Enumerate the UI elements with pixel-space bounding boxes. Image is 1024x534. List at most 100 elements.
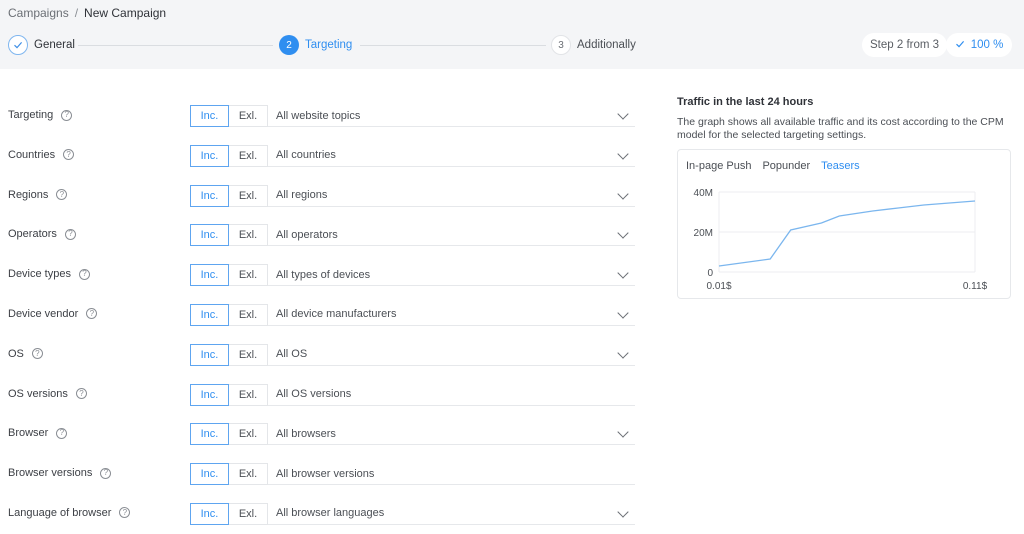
chevron-down-icon <box>617 307 629 319</box>
step-targeting[interactable]: 2 Targeting <box>279 34 352 56</box>
include-button[interactable]: Inc. <box>190 343 229 366</box>
exclude-button[interactable]: Exl. <box>229 383 268 406</box>
select-value: All website topics <box>276 109 361 122</box>
exclude-button[interactable]: Exl. <box>229 105 268 127</box>
help-icon[interactable]: ? <box>100 467 112 479</box>
exclude-button[interactable]: Exl. <box>229 502 268 525</box>
select-value: All operators <box>276 228 338 241</box>
help-icon[interactable]: ? <box>86 308 98 320</box>
step-connector <box>360 45 546 46</box>
traffic-title: Traffic in the last 24 hours <box>677 96 814 108</box>
exclude-button[interactable]: Exl. <box>229 463 268 486</box>
row-label-text: Device types <box>8 268 71 281</box>
step-additionally[interactable]: 3 Additionally <box>551 34 636 56</box>
include-button[interactable]: Inc. <box>190 105 229 127</box>
exclude-button[interactable]: Exl. <box>229 184 268 207</box>
y-tick-label: 0 <box>707 268 713 279</box>
help-icon[interactable]: ? <box>119 507 131 519</box>
y-tick-label: 20M <box>694 228 713 239</box>
targeting-select[interactable]: All OS versions <box>268 384 635 406</box>
targeting-select[interactable]: All OS <box>268 344 635 366</box>
include-exclude-toggle: Inc. Exl. <box>190 423 268 446</box>
select-value: All device manufacturers <box>276 308 397 321</box>
targeting-row: Browser versions ? Inc. Exl. All browser… <box>0 454 640 494</box>
exclude-button[interactable]: Exl. <box>229 423 268 446</box>
include-button[interactable]: Inc. <box>190 423 229 446</box>
targeting-select[interactable]: All countries <box>268 145 635 167</box>
targeting-select[interactable]: All regions <box>268 185 635 207</box>
select-value: All OS <box>276 348 308 361</box>
row-label: Countries ? <box>8 148 75 161</box>
step-general[interactable]: General <box>8 34 75 56</box>
targeting-row: Device types ? Inc. Exl. All types of de… <box>0 255 640 295</box>
targeting-row: Browser ? Inc. Exl. All browsers <box>0 414 640 454</box>
help-icon[interactable]: ? <box>56 189 68 201</box>
include-button[interactable]: Inc. <box>190 144 229 167</box>
row-label-text: OS <box>8 347 24 360</box>
help-icon[interactable]: ? <box>78 268 90 280</box>
step-done-check-icon <box>8 35 28 55</box>
include-button[interactable]: Inc. <box>190 184 229 207</box>
help-icon[interactable]: ? <box>63 149 75 161</box>
step-additionally-label: Additionally <box>577 39 636 51</box>
targeting-row: OS ? Inc. Exl. All OS <box>0 335 640 375</box>
exclude-button[interactable]: Exl. <box>229 264 268 287</box>
targeting-select[interactable]: All types of devices <box>268 264 635 287</box>
targeting-select[interactable]: All website topics <box>268 105 635 127</box>
row-label: Browser versions ? <box>8 467 112 479</box>
include-exclude-toggle: Inc. Exl. <box>190 303 268 326</box>
targeting-select[interactable]: All operators <box>268 224 635 247</box>
select-value: All browser versions <box>276 467 375 480</box>
targeting-select[interactable]: All browser versions <box>268 463 635 486</box>
select-value: All browser languages <box>276 507 385 520</box>
include-button[interactable]: Inc. <box>190 502 229 525</box>
row-label-text: Operators <box>8 228 57 241</box>
traffic-chart-card: In-page Push Popunder Teasers 0 20M 40M 0.01$… <box>677 149 1011 299</box>
help-icon[interactable]: ? <box>61 109 73 121</box>
step-additionally-number: 3 <box>551 35 571 55</box>
chevron-down-icon <box>617 506 629 518</box>
targeting-row: Language of browser ? Inc. Exl. All brow… <box>0 494 640 534</box>
targeting-select[interactable]: All browsers <box>268 423 635 446</box>
row-label-text: Regions <box>8 188 49 201</box>
targeting-select[interactable]: All device manufacturers <box>268 304 635 326</box>
include-button[interactable]: Inc. <box>190 224 229 247</box>
chevron-down-icon <box>617 227 629 240</box>
include-button[interactable]: Inc. <box>190 264 229 287</box>
step-targeting-label: Targeting <box>305 39 353 51</box>
x-tick-label: 0.01$ <box>706 281 731 292</box>
exclude-button[interactable]: Exl. <box>229 303 268 326</box>
traffic-description: The graph shows all available traffic an… <box>677 116 1004 141</box>
breadcrumb: Campaigns / New Campaign <box>8 6 166 20</box>
targeting-row: Targeting ? Inc. Exl. All website topics <box>0 96 640 136</box>
select-value: All OS versions <box>276 388 352 401</box>
breadcrumb-campaigns-link[interactable]: Campaigns <box>8 6 69 20</box>
include-button[interactable]: Inc. <box>190 463 229 486</box>
help-icon[interactable]: ? <box>56 427 68 439</box>
chevron-down-icon <box>617 426 629 439</box>
row-label-text: Targeting <box>8 109 54 121</box>
row-label-text: Browser <box>8 427 49 440</box>
breadcrumb-separator: / <box>74 6 79 20</box>
y-tick-label: 40M <box>694 188 713 199</box>
exclude-button[interactable]: Exl. <box>229 343 268 366</box>
help-icon[interactable]: ? <box>64 228 76 240</box>
include-exclude-toggle: Inc. Exl. <box>190 383 268 406</box>
progress-label: 100 % <box>970 39 1004 51</box>
check-icon <box>955 39 965 52</box>
select-value: All regions <box>276 189 328 202</box>
help-icon[interactable]: ? <box>31 348 43 360</box>
include-button[interactable]: Inc. <box>190 303 229 326</box>
include-button[interactable]: Inc. <box>190 383 229 406</box>
row-label-text: Countries <box>8 148 56 161</box>
help-icon[interactable]: ? <box>75 388 87 400</box>
targeting-select[interactable]: All browser languages <box>268 503 635 525</box>
chevron-down-icon <box>617 108 629 120</box>
exclude-button[interactable]: Exl. <box>229 224 268 247</box>
targeting-row: OS versions ? Inc. Exl. All OS versions <box>0 375 640 415</box>
include-exclude-toggle: Inc. Exl. <box>190 343 268 366</box>
exclude-button[interactable]: Exl. <box>229 144 268 167</box>
stepper: General 2 Targeting 3 Additionally <box>8 34 638 56</box>
targeting-row: Operators ? Inc. Exl. All operators <box>0 215 640 255</box>
step-count-badge: Step 2 from 3 <box>862 33 948 57</box>
